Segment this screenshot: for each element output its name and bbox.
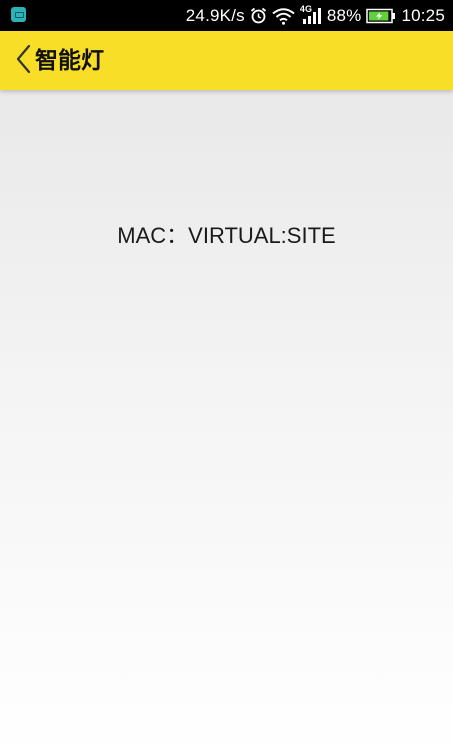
device-info-panel: MAC：VIRTUAL:SITE: [0, 90, 453, 755]
status-bar: 24.9K/s 4G 88% 10:25: [0, 0, 453, 31]
network-speed: 24.9K/s: [185, 5, 245, 25]
wifi-icon: [272, 7, 295, 25]
battery-percent: 88%: [326, 5, 362, 25]
mac-address-line: MAC：VIRTUAL:SITE: [0, 218, 453, 250]
mac-value: VIRTUAL:SITE: [188, 223, 336, 248]
app-header: 智能灯: [0, 31, 453, 90]
alarm-clock-icon: [250, 7, 267, 24]
clock-time: 10:25: [401, 5, 445, 25]
status-right-group: 24.9K/s 4G 88% 10:25: [186, 0, 445, 31]
cellular-signal-icon: 4G: [300, 4, 322, 26]
app-notification-icon: [11, 7, 26, 22]
page-title: 智能灯: [35, 47, 104, 73]
chevron-left-icon: [14, 43, 32, 80]
battery-charging-icon: [366, 8, 396, 24]
mac-label: MAC：: [117, 223, 189, 248]
back-button[interactable]: [13, 44, 33, 78]
